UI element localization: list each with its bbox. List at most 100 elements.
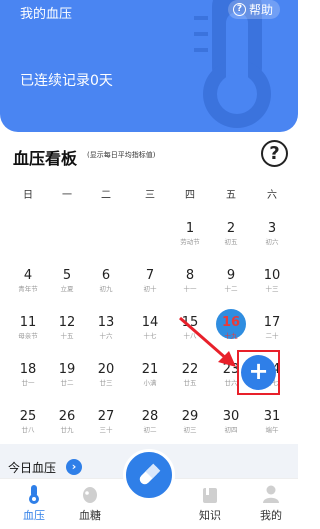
day-number: 31 bbox=[263, 409, 281, 424]
board-title: 血压看板 bbox=[13, 149, 78, 168]
lunar-label: 廿一 bbox=[21, 379, 35, 387]
calendar-day[interactable]: 26 廿九 bbox=[52, 409, 82, 435]
nav-label: 知识 bbox=[199, 509, 221, 522]
lunar-label: 劳动节 bbox=[180, 238, 200, 246]
chevron-right-icon[interactable]: › bbox=[66, 459, 82, 475]
calendar-day[interactable]: 27 三十 bbox=[91, 409, 121, 435]
glucose-icon bbox=[65, 482, 115, 504]
lunar-label: 初九 bbox=[99, 285, 113, 293]
calendar-day[interactable]: 13 十六 bbox=[91, 315, 121, 341]
calendar-day[interactable]: 30 初四 bbox=[216, 409, 246, 435]
pill-icon bbox=[139, 463, 161, 485]
board-subtitle: (显示每日平均指标值) bbox=[87, 151, 156, 159]
help-label: 帮助 bbox=[249, 3, 274, 17]
day-number: 1 bbox=[185, 221, 195, 236]
lunar-label: 廿五 bbox=[183, 379, 197, 387]
day-number: 14 bbox=[141, 315, 159, 330]
day-number: 9 bbox=[226, 268, 236, 283]
today-label: 今日血压 bbox=[8, 461, 57, 475]
day-number: 25 bbox=[19, 409, 37, 424]
day-number: 12 bbox=[58, 315, 76, 330]
calendar-day[interactable]: 19 廿二 bbox=[52, 362, 82, 388]
calendar-day[interactable]: 25 廿八 bbox=[13, 409, 43, 435]
day-number: 6 bbox=[101, 268, 111, 283]
nav-item-bp[interactable]: 血压 bbox=[9, 482, 59, 523]
lunar-label: 廿三 bbox=[99, 379, 113, 387]
day-number: 4 bbox=[23, 268, 33, 283]
day-number: 11 bbox=[19, 315, 37, 330]
day-number: 8 bbox=[185, 268, 195, 283]
lunar-label: 十六 bbox=[99, 332, 113, 340]
day-number: 7 bbox=[145, 268, 155, 283]
lunar-label: 廿二 bbox=[60, 379, 74, 387]
calendar-day[interactable]: 20 廿三 bbox=[91, 362, 121, 388]
lunar-label: 初二 bbox=[143, 426, 157, 434]
day-number: 20 bbox=[97, 362, 115, 377]
calendar-day[interactable]: 4 青年节 bbox=[13, 268, 43, 294]
lunar-label: 廿八 bbox=[21, 426, 35, 434]
person-icon bbox=[246, 482, 296, 504]
center-action-button[interactable] bbox=[123, 449, 175, 501]
day-number: 22 bbox=[181, 362, 199, 377]
calendar-day[interactable]: 11 母亲节 bbox=[13, 315, 43, 341]
calendar-day[interactable]: 29 初三 bbox=[175, 409, 205, 435]
calendar-day[interactable]: 18 廿一 bbox=[13, 362, 43, 388]
calendar-day[interactable]: 7 初十 bbox=[135, 268, 165, 294]
nav-label: 我的 bbox=[260, 509, 282, 522]
weekday-label: 五 bbox=[226, 190, 236, 201]
calendar-day[interactable]: 17 二十 bbox=[257, 315, 287, 341]
day-number: 16 bbox=[221, 315, 241, 330]
lunar-label: 三十 bbox=[99, 426, 113, 434]
nav-item-knowledge[interactable]: 知识 bbox=[185, 482, 235, 523]
help-button[interactable]: ? 帮助 bbox=[228, 0, 281, 19]
weekday-label: 三 bbox=[145, 190, 155, 201]
lunar-label: 小满 bbox=[143, 379, 157, 387]
lunar-label: 十一 bbox=[183, 285, 197, 293]
weekday-label: 二 bbox=[101, 190, 111, 201]
calendar-day[interactable]: 3 初六 bbox=[257, 221, 287, 247]
header-banner: 我的血压 ? 帮助 已连续记录0天 bbox=[0, 0, 298, 132]
day-number: 28 bbox=[141, 409, 159, 424]
calendar-day[interactable]: 1 劳动节 bbox=[175, 221, 205, 247]
page-title: 我的血压 bbox=[20, 7, 73, 22]
lunar-label: 初五 bbox=[224, 238, 238, 246]
day-number: 3 bbox=[267, 221, 277, 236]
calendar-day[interactable]: 2 初五 bbox=[216, 221, 246, 247]
add-record-button[interactable]: + bbox=[241, 355, 276, 390]
plus-icon: + bbox=[248, 357, 269, 385]
weekday-label: 日 bbox=[23, 190, 33, 201]
day-number: 30 bbox=[222, 409, 240, 424]
calendar-day[interactable]: 12 十五 bbox=[52, 315, 82, 341]
lunar-label: 青年节 bbox=[18, 285, 38, 293]
book-icon bbox=[185, 482, 235, 504]
weekday-label: 一 bbox=[62, 190, 72, 201]
nav-label: 血压 bbox=[23, 509, 45, 522]
weekday-label: 四 bbox=[185, 190, 195, 201]
day-number: 5 bbox=[62, 268, 72, 283]
calendar-day-today[interactable]: 16 十九 bbox=[216, 315, 246, 341]
calendar-day[interactable]: 28 初二 bbox=[135, 409, 165, 435]
question-icon: ? bbox=[233, 3, 246, 16]
calendar-day[interactable]: 8 十一 bbox=[175, 268, 205, 294]
calendar-day[interactable]: 9 十二 bbox=[216, 268, 246, 294]
calendar-day[interactable]: 5 立夏 bbox=[52, 268, 82, 294]
day-number: 18 bbox=[19, 362, 37, 377]
calendar-day[interactable]: 10 十三 bbox=[257, 268, 287, 294]
calendar-day[interactable]: 21 小满 bbox=[135, 362, 165, 388]
calendar-day[interactable]: 31 端午 bbox=[257, 409, 287, 435]
calendar-day[interactable]: 22 廿五 bbox=[175, 362, 205, 388]
lunar-label: 端午 bbox=[265, 426, 279, 434]
bp-icon bbox=[9, 482, 59, 504]
lunar-label: 二十 bbox=[265, 332, 279, 340]
lunar-label: 廿九 bbox=[60, 426, 74, 434]
calendar-day[interactable]: 6 初九 bbox=[91, 268, 121, 294]
lunar-label: 十七 bbox=[143, 332, 157, 340]
day-number: 29 bbox=[181, 409, 199, 424]
lunar-label: 初六 bbox=[265, 238, 279, 246]
calendar-day[interactable]: 14 十七 bbox=[135, 315, 165, 341]
calendar-day[interactable]: 15 十八 bbox=[175, 315, 205, 341]
help-circle-icon[interactable]: ? bbox=[261, 140, 288, 167]
nav-item-mine[interactable]: 我的 bbox=[246, 482, 296, 523]
nav-item-glucose[interactable]: 血糖 bbox=[65, 482, 115, 523]
lunar-label: 初十 bbox=[143, 285, 157, 293]
